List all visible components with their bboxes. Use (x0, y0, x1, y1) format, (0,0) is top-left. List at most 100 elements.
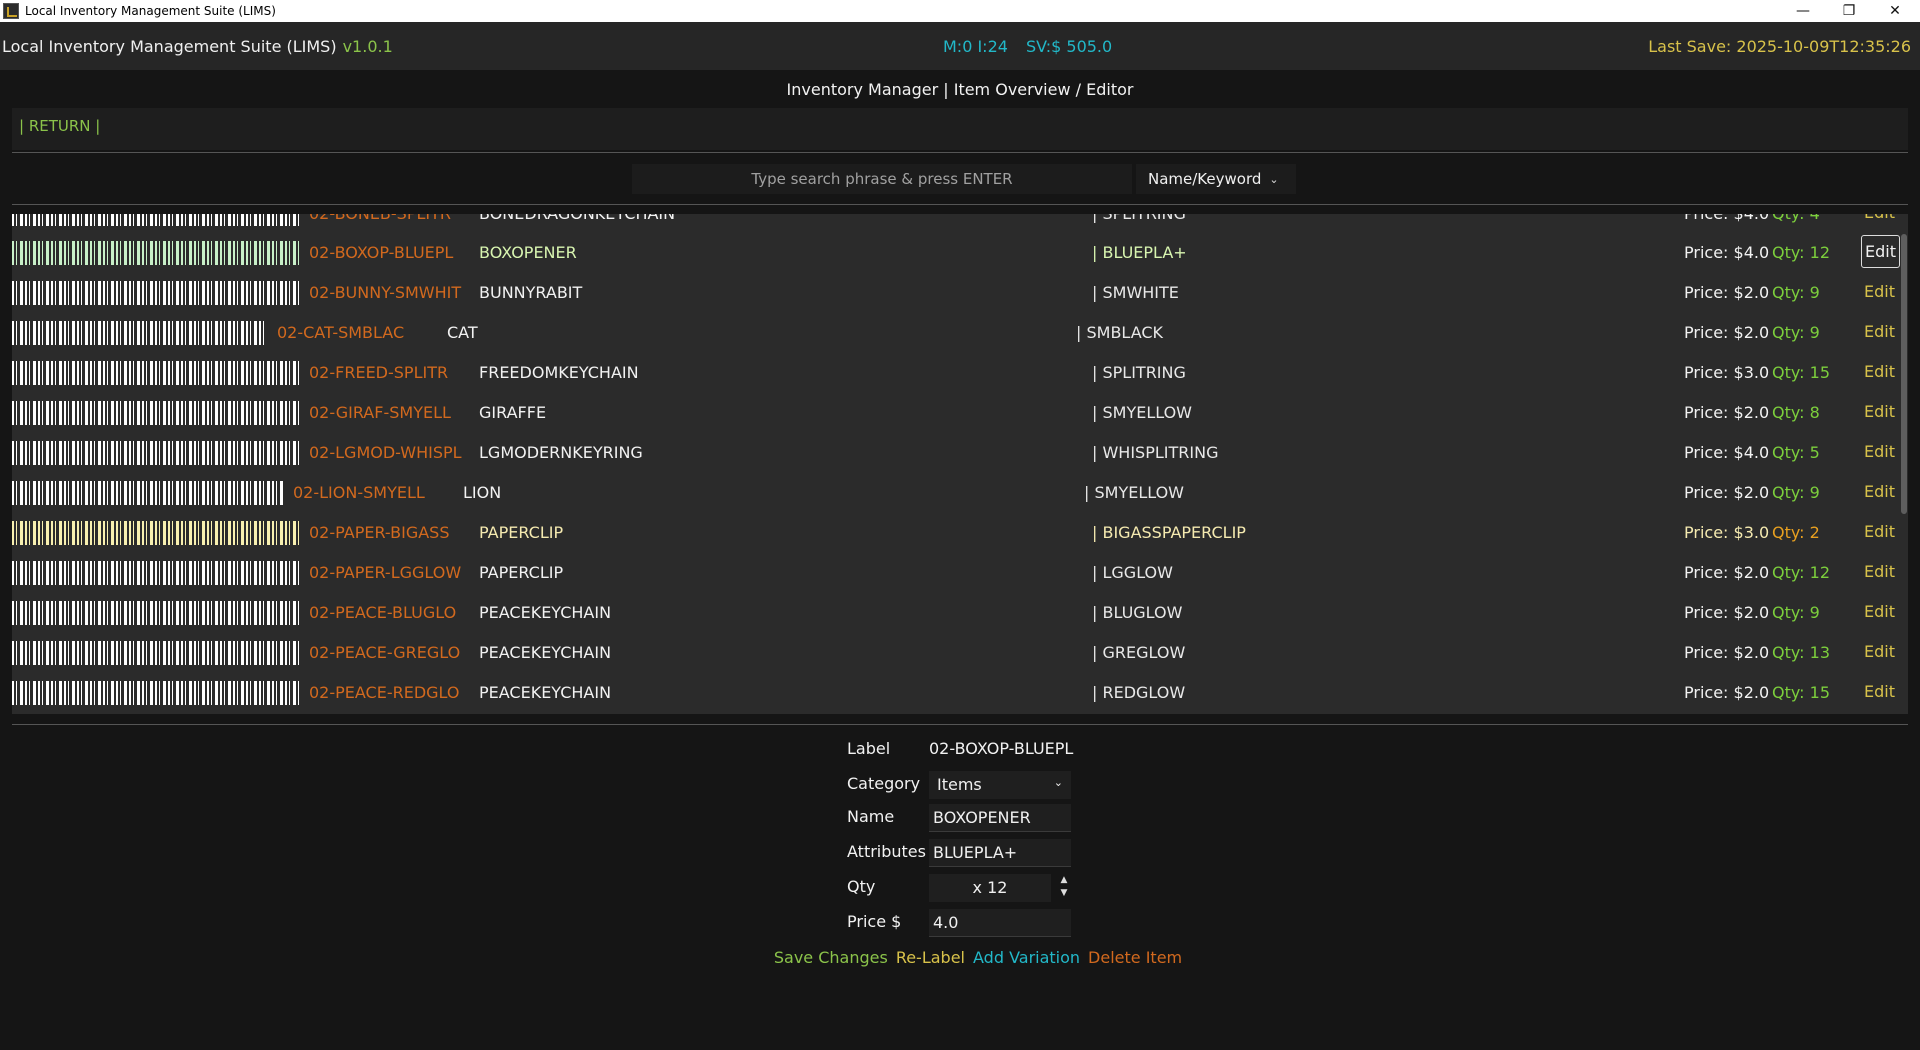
item-label: 02-PEACE-REDGLO (309, 683, 460, 702)
barcode-image (12, 681, 299, 705)
item-attributes: | SMWHITE (1092, 283, 1179, 302)
save-changes-button[interactable]: Save Changes (774, 948, 888, 967)
item-price: Price: $2.0 (1684, 683, 1770, 702)
list-item[interactable]: 02-BOXOP-BLUEPL BOXOPENER | BLUEPLA+ Pri… (12, 231, 1900, 271)
item-list[interactable]: 02-BONEB-SPLITR BONEDRAGONKEYCHAIN | SPL… (12, 214, 1908, 714)
item-attributes: | SPLITRING (1092, 214, 1186, 223)
edit-button[interactable]: Edit (1861, 401, 1898, 422)
item-attributes: | REDGLOW (1092, 683, 1186, 702)
return-button[interactable]: | RETURN | (19, 117, 100, 135)
category-select[interactable]: Items ⌄ (929, 771, 1071, 799)
restore-icon[interactable]: ❐ (1826, 0, 1872, 22)
item-label: 02-LION-SMYELL (293, 483, 425, 502)
item-name: GIRAFFE (479, 403, 547, 422)
edit-button[interactable]: Edit (1861, 214, 1898, 223)
chevron-down-icon: ⌄ (1269, 172, 1279, 186)
category-value: Items (937, 775, 982, 794)
divider (12, 204, 1908, 205)
item-name: PAPERCLIP (479, 523, 564, 542)
barcode-image (12, 481, 283, 505)
chevron-down-icon: ⌄ (1053, 776, 1063, 789)
qty-caption: Qty (847, 877, 876, 896)
edit-button[interactable]: Edit (1861, 321, 1898, 342)
stepper-arrows[interactable]: ▲ ▼ (1057, 874, 1071, 902)
barcode-image (12, 441, 299, 465)
attributes-field[interactable]: BLUEPLA+ (929, 839, 1071, 867)
list-item[interactable]: 02-BUNNY-SMWHIT BUNNYRABIT | SMWHITE Pri… (12, 271, 1895, 311)
item-label: 02-PAPER-BIGASS (309, 523, 450, 542)
item-label: 02-GIRAF-SMYELL (309, 403, 451, 422)
item-price: Price: $2.0 (1684, 563, 1770, 582)
edit-button[interactable]: Edit (1861, 641, 1898, 662)
item-label: 02-LGMOD-WHISPL (309, 443, 462, 462)
list-item[interactable]: 02-BONEB-SPLITR BONEDRAGONKEYCHAIN | SPL… (12, 214, 1895, 232)
item-qty: Qty: 2 (1772, 523, 1820, 542)
list-item[interactable]: 02-PEACE-BLUGLO PEACEKEYCHAIN | BLUGLOW … (12, 591, 1895, 631)
item-name: BUNNYRABIT (479, 283, 583, 302)
add-variation-button[interactable]: Add Variation (973, 948, 1080, 967)
item-label: 02-PAPER-LGGLOW (309, 563, 462, 582)
chevron-down-icon[interactable]: ▼ (1057, 887, 1071, 900)
item-name: LGMODERNKEYRING (479, 443, 643, 462)
edit-button[interactable]: Edit (1861, 561, 1898, 582)
item-attributes: | SPLITRING (1092, 363, 1186, 382)
list-item[interactable]: 02-FREED-SPLITR FREEDOMKEYCHAIN | SPLITR… (12, 351, 1895, 391)
edit-button[interactable]: Edit (1861, 281, 1898, 302)
edit-button[interactable]: Edit (1861, 235, 1900, 268)
search-mode-select[interactable]: Name/Keyword ⌄ (1136, 164, 1296, 194)
barcode-image (12, 361, 299, 385)
edit-button[interactable]: Edit (1861, 481, 1898, 502)
search-input[interactable] (632, 164, 1132, 194)
name-row: Name BOXOPENER (847, 804, 1147, 839)
edit-button[interactable]: Edit (1861, 521, 1898, 542)
item-attributes: | GREGLOW (1092, 643, 1186, 662)
item-name: PEACEKEYCHAIN (479, 683, 612, 702)
list-item[interactable]: 02-PEACE-GREGLO PEACEKEYCHAIN | GREGLOW … (12, 631, 1895, 671)
list-item[interactable]: 02-GIRAF-SMYELL GIRAFFE | SMYELLOW Price… (12, 391, 1895, 431)
minimize-icon[interactable]: — (1780, 0, 1826, 22)
scrollbar-thumb[interactable] (1901, 234, 1907, 514)
divider (12, 724, 1908, 725)
item-attributes: | SMBLACK (1076, 323, 1164, 342)
list-item[interactable]: 02-PAPER-BIGASS PAPERCLIP | BIGASSPAPERC… (12, 511, 1895, 551)
divider (12, 152, 1908, 153)
edit-button[interactable]: Edit (1861, 441, 1898, 462)
price-field[interactable]: 4.0 (929, 909, 1071, 937)
barcode-image (12, 561, 299, 585)
item-qty: Qty: 9 (1772, 483, 1820, 502)
barcode-image (12, 321, 267, 345)
list-item[interactable]: 02-LION-SMYELL LION | SMYELLOW Price: $2… (12, 471, 1895, 511)
edit-button[interactable]: Edit (1861, 601, 1898, 622)
delete-item-button[interactable]: Delete Item (1088, 948, 1182, 967)
chevron-up-icon[interactable]: ▲ (1057, 874, 1071, 887)
item-price: Price: $4.0 (1684, 214, 1769, 223)
item-label: 02-CAT-SMBLAC (277, 323, 405, 342)
list-scrollbar[interactable] (1901, 234, 1907, 714)
item-attributes: | WHISPLITRING (1092, 443, 1219, 462)
list-item[interactable]: 02-PAPER-LGGLOW PAPERCLIP | LGGLOW Price… (12, 551, 1895, 591)
item-qty: Qty: 12 (1772, 243, 1831, 262)
close-icon[interactable]: ✕ (1872, 0, 1918, 22)
item-qty: Qty: 9 (1772, 323, 1820, 342)
item-attributes: | BLUGLOW (1092, 603, 1183, 622)
item-price: Price: $3.0 (1684, 523, 1770, 542)
name-field[interactable]: BOXOPENER (929, 804, 1071, 832)
item-qty: Qty: 15 (1772, 683, 1831, 702)
app-title-group: Local Inventory Management Suite (LIMS) v… (2, 37, 393, 56)
list-item[interactable]: 02-PEACE-REDGLO PEACEKEYCHAIN | REDGLOW … (12, 671, 1895, 711)
item-name: LION (463, 483, 502, 502)
qty-stepper[interactable]: x 12 (929, 874, 1051, 902)
list-item[interactable]: 02-LGMOD-WHISPL LGMODERNKEYRING | WHISPL… (12, 431, 1895, 471)
barcode-image (12, 601, 299, 625)
edit-button[interactable]: Edit (1861, 681, 1898, 702)
label-value: 02-BOXOP-BLUEPL (929, 739, 1074, 758)
attributes-row: Attributes BLUEPLA+ (847, 839, 1147, 874)
list-item[interactable]: 02-CAT-SMBLAC CAT | SMBLACK Price: $2.0 … (12, 311, 1895, 351)
item-qty: Qty: 13 (1772, 643, 1831, 662)
item-label: 02-FREED-SPLITR (309, 363, 449, 382)
relabel-button[interactable]: Re-Label (896, 948, 965, 967)
item-price: Price: $2.0 (1684, 403, 1770, 422)
edit-button[interactable]: Edit (1861, 361, 1898, 382)
item-name: BONEDRAGONKEYCHAIN (479, 214, 675, 223)
barcode-image (12, 521, 299, 545)
